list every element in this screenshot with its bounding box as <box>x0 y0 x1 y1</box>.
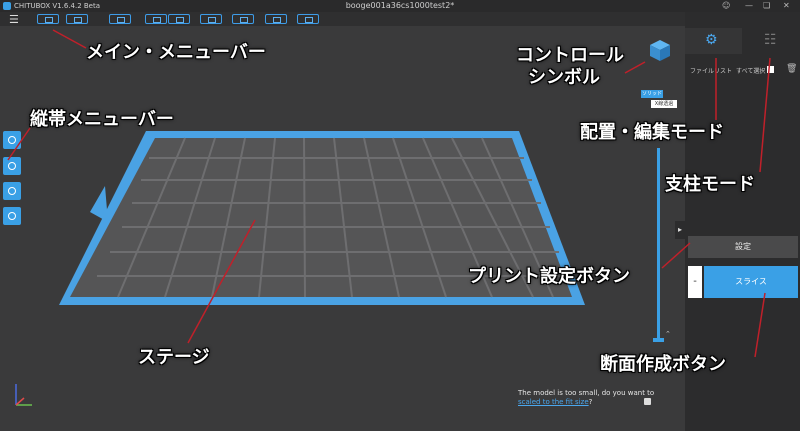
annotation-main-menubar: メイン・メニューバー <box>86 42 266 63</box>
annotation-stage: ステージ <box>138 347 210 368</box>
annotation-slice-button: 断面作成ボタン <box>600 354 726 375</box>
annotation-vertical-menubar: 縦帯メニューバー <box>30 109 174 130</box>
annotation-placement-edit-mode: 配置・編集モード <box>580 122 724 143</box>
annotation-control-symbol-2: シンボル <box>528 67 600 88</box>
annotation-print-settings-button: プリント設定ボタン <box>468 266 630 287</box>
annotation-support-mode: 支柱モード <box>665 174 755 195</box>
